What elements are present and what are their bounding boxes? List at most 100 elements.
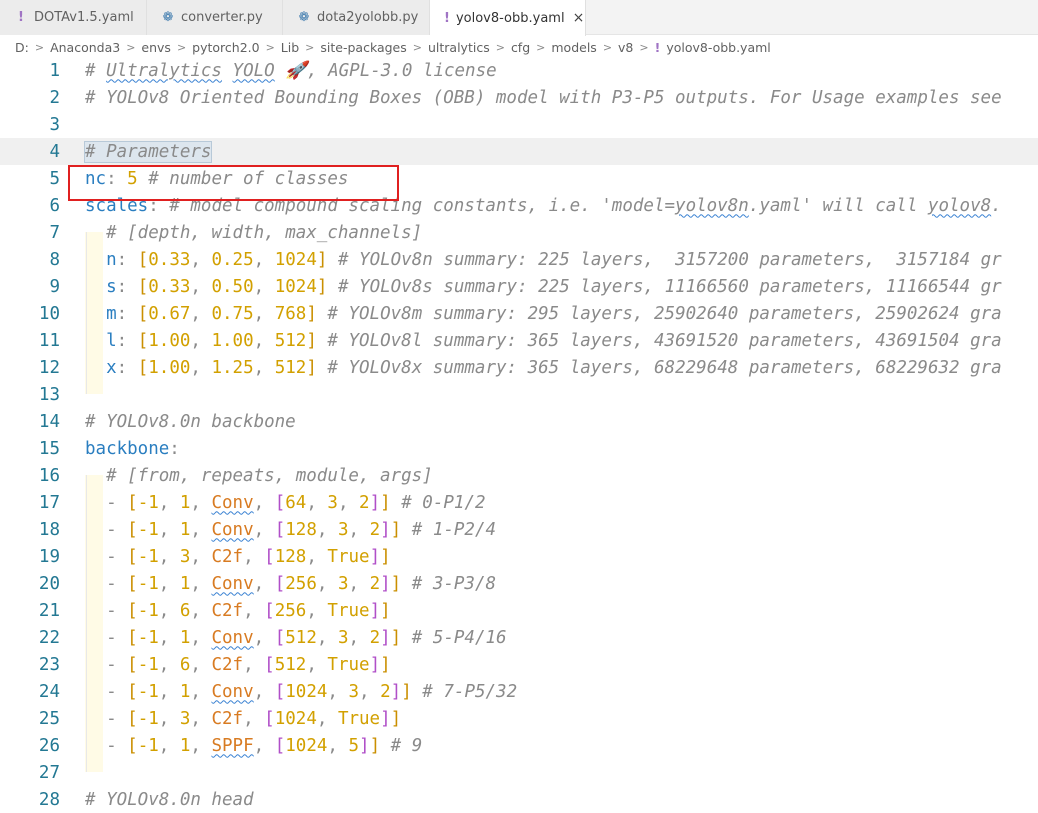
- code-token: -: [85, 708, 128, 729]
- code-line[interactable]: 15 backbone:: [0, 435, 1038, 462]
- code-token: ,: [348, 573, 370, 594]
- code-line[interactable]: 5 nc: 5 # number of classes: [0, 165, 1038, 192]
- code-line[interactable]: 7 # [depth, width, max_channels]: [0, 219, 1038, 246]
- close-icon[interactable]: ×: [573, 10, 585, 26]
- tab-dota2yolobb-py[interactable]: ❁ dota2yolobb.py: [283, 0, 430, 35]
- line-number: 2: [49, 87, 60, 108]
- code-line[interactable]: 6 scales: # model compound scaling consta…: [0, 192, 1038, 219]
- line-number: 1: [49, 60, 60, 81]
- line-number: 19: [38, 546, 60, 567]
- code-token: ,: [190, 654, 212, 675]
- code-token: C2f: [211, 600, 244, 621]
- breadcrumb-item[interactable]: Anaconda3: [50, 40, 120, 55]
- code-token: -: [85, 519, 128, 540]
- code-token: ,: [253, 681, 275, 702]
- code-token: ,: [306, 492, 328, 513]
- code-line[interactable]: 8 n: [0.33, 0.25, 1024] # YOLOv8n summar…: [0, 246, 1038, 273]
- code-line[interactable]: 2 # YOLOv8 Oriented Bounding Boxes (OBB) …: [0, 84, 1038, 111]
- breadcrumb: D: > Anaconda3 > envs > pytorch2.0 > Lib > site-pa…: [0, 36, 1038, 58]
- code-text: n: [0.33, 0.25, 1024] # YOLOv8n summary:…: [85, 250, 1002, 270]
- code-token: ,: [253, 519, 275, 540]
- code-line[interactable]: 26 - [-1, 1, SPPF, [1024, 5]] # 9: [0, 732, 1038, 759]
- breadcrumb-item[interactable]: v8: [618, 40, 633, 55]
- breadcrumb-item[interactable]: ultralytics: [428, 40, 490, 55]
- code-token: ,: [306, 600, 328, 621]
- code-text: m: [0.67, 0.75, 768] # YOLOv8m summary: …: [85, 304, 1002, 324]
- code-token: # 1-P2/4: [401, 519, 497, 540]
- code-token: ]: [306, 330, 317, 351]
- tab-converter-py[interactable]: ❁ converter.py: [147, 0, 283, 35]
- code-line[interactable]: 17 - [-1, 1, Conv, [64, 3, 2]] # 0-P1/2: [0, 489, 1038, 516]
- line-number: 14: [38, 411, 60, 432]
- code-line[interactable]: 24 - [-1, 1, Conv, [1024, 3, 2]] # 7-P5/…: [0, 678, 1038, 705]
- code-token: [: [127, 546, 138, 567]
- code-token: [: [137, 276, 149, 297]
- code-line[interactable]: 3: [0, 111, 1038, 138]
- code-line[interactable]: 16 # [from, repeats, module, args]: [0, 462, 1038, 489]
- code-token: -1: [137, 654, 159, 675]
- code-line[interactable]: 19 - [-1, 3, C2f, [128, True]]: [0, 543, 1038, 570]
- code-token: ]: [380, 654, 391, 675]
- code-token: # YOLOv8.0n backbone: [85, 411, 296, 432]
- code-token: m: [106, 303, 117, 324]
- chevron-right-icon: >: [305, 40, 315, 54]
- code-token: -1: [137, 735, 159, 756]
- code-token: ]: [380, 546, 391, 567]
- code-token: ,: [253, 249, 275, 270]
- code-line[interactable]: 1 # Ultralytics YOLO 🚀, AGPL-3.0 license: [0, 57, 1038, 84]
- breadcrumb-item[interactable]: models: [551, 40, 596, 55]
- breadcrumb-item[interactable]: Lib: [281, 40, 299, 55]
- code-token: [: [127, 708, 138, 729]
- code-token: ]: [369, 735, 381, 756]
- code-editor[interactable]: 1 # Ultralytics YOLO 🚀, AGPL-3.0 license 2…: [0, 57, 1038, 813]
- code-line[interactable]: 21 - [-1, 6, C2f, [256, True]]: [0, 597, 1038, 624]
- code-text: nc: 5 # number of classes: [85, 169, 348, 189]
- code-token: ,: [190, 546, 212, 567]
- code-token: ,: [316, 573, 338, 594]
- code-token: ,: [158, 708, 180, 729]
- code-token: ]: [359, 735, 370, 756]
- code-line[interactable]: 11 l: [1.00, 1.00, 512] # YOLOv8l summar…: [0, 327, 1038, 354]
- tab-label: DOTAv1.5.yaml: [34, 10, 134, 25]
- code-token: ,: [253, 492, 275, 513]
- code-token: ,: [158, 492, 180, 513]
- code-line[interactable]: 13: [0, 381, 1038, 408]
- code-text: - [-1, 6, C2f, [512, True]]: [85, 655, 391, 675]
- code-line[interactable]: 9 s: [0.33, 0.50, 1024] # YOLOv8s summar…: [0, 273, 1038, 300]
- tab-yolov8-obb-yaml[interactable]: ! yolov8-obb.yaml ×: [430, 0, 586, 36]
- breadcrumb-item[interactable]: envs: [141, 40, 171, 55]
- code-line[interactable]: 14 # YOLOv8.0n backbone: [0, 408, 1038, 435]
- code-line[interactable]: 25 - [-1, 3, C2f, [1024, True]]: [0, 705, 1038, 732]
- code-line[interactable]: 12 x: [1.00, 1.25, 512] # YOLOv8x summar…: [0, 354, 1038, 381]
- code-token: ,: [190, 357, 212, 378]
- code-token: Conv: [211, 519, 254, 540]
- code-token: scales: [85, 195, 149, 216]
- code-token: 1: [179, 627, 191, 648]
- breadcrumb-item[interactable]: site-packages: [320, 40, 406, 55]
- code-line[interactable]: 23 - [-1, 6, C2f, [512, True]]: [0, 651, 1038, 678]
- line-number: 11: [38, 330, 60, 351]
- code-line[interactable]: 22 - [-1, 1, Conv, [512, 3, 2]] # 5-P4/1…: [0, 624, 1038, 651]
- line-number: 24: [38, 681, 60, 702]
- breadcrumb-item[interactable]: pytorch2.0: [192, 40, 259, 55]
- breadcrumb-item[interactable]: D:: [15, 40, 29, 55]
- breadcrumb-item[interactable]: yolov8-obb.yaml: [666, 40, 770, 55]
- code-token: [: [264, 546, 275, 567]
- code-line[interactable]: 27: [0, 759, 1038, 786]
- code-line[interactable]: 28 # YOLOv8.0n head: [0, 786, 1038, 813]
- code-token: Ultralytics: [106, 60, 222, 81]
- code-token: ]: [369, 492, 381, 513]
- code-line[interactable]: 4 # Parameters: [0, 138, 1038, 165]
- tab-dotav1-5-yaml[interactable]: ! DOTAv1.5.yaml: [0, 0, 147, 35]
- code-token: -: [85, 681, 128, 702]
- code-token: ,: [253, 357, 275, 378]
- code-token: SPPF: [211, 735, 254, 756]
- code-line[interactable]: 20 - [-1, 1, Conv, [256, 3, 2]] # 3-P3/8: [0, 570, 1038, 597]
- code-line[interactable]: 18 - [-1, 1, Conv, [128, 3, 2]] # 1-P2/4: [0, 516, 1038, 543]
- code-token: s: [106, 276, 117, 297]
- code-token: 0.67: [148, 303, 191, 324]
- code-token: ]: [390, 708, 402, 729]
- code-line[interactable]: 10 m: [0.67, 0.75, 768] # YOLOv8m summar…: [0, 300, 1038, 327]
- breadcrumb-item[interactable]: cfg: [511, 40, 530, 55]
